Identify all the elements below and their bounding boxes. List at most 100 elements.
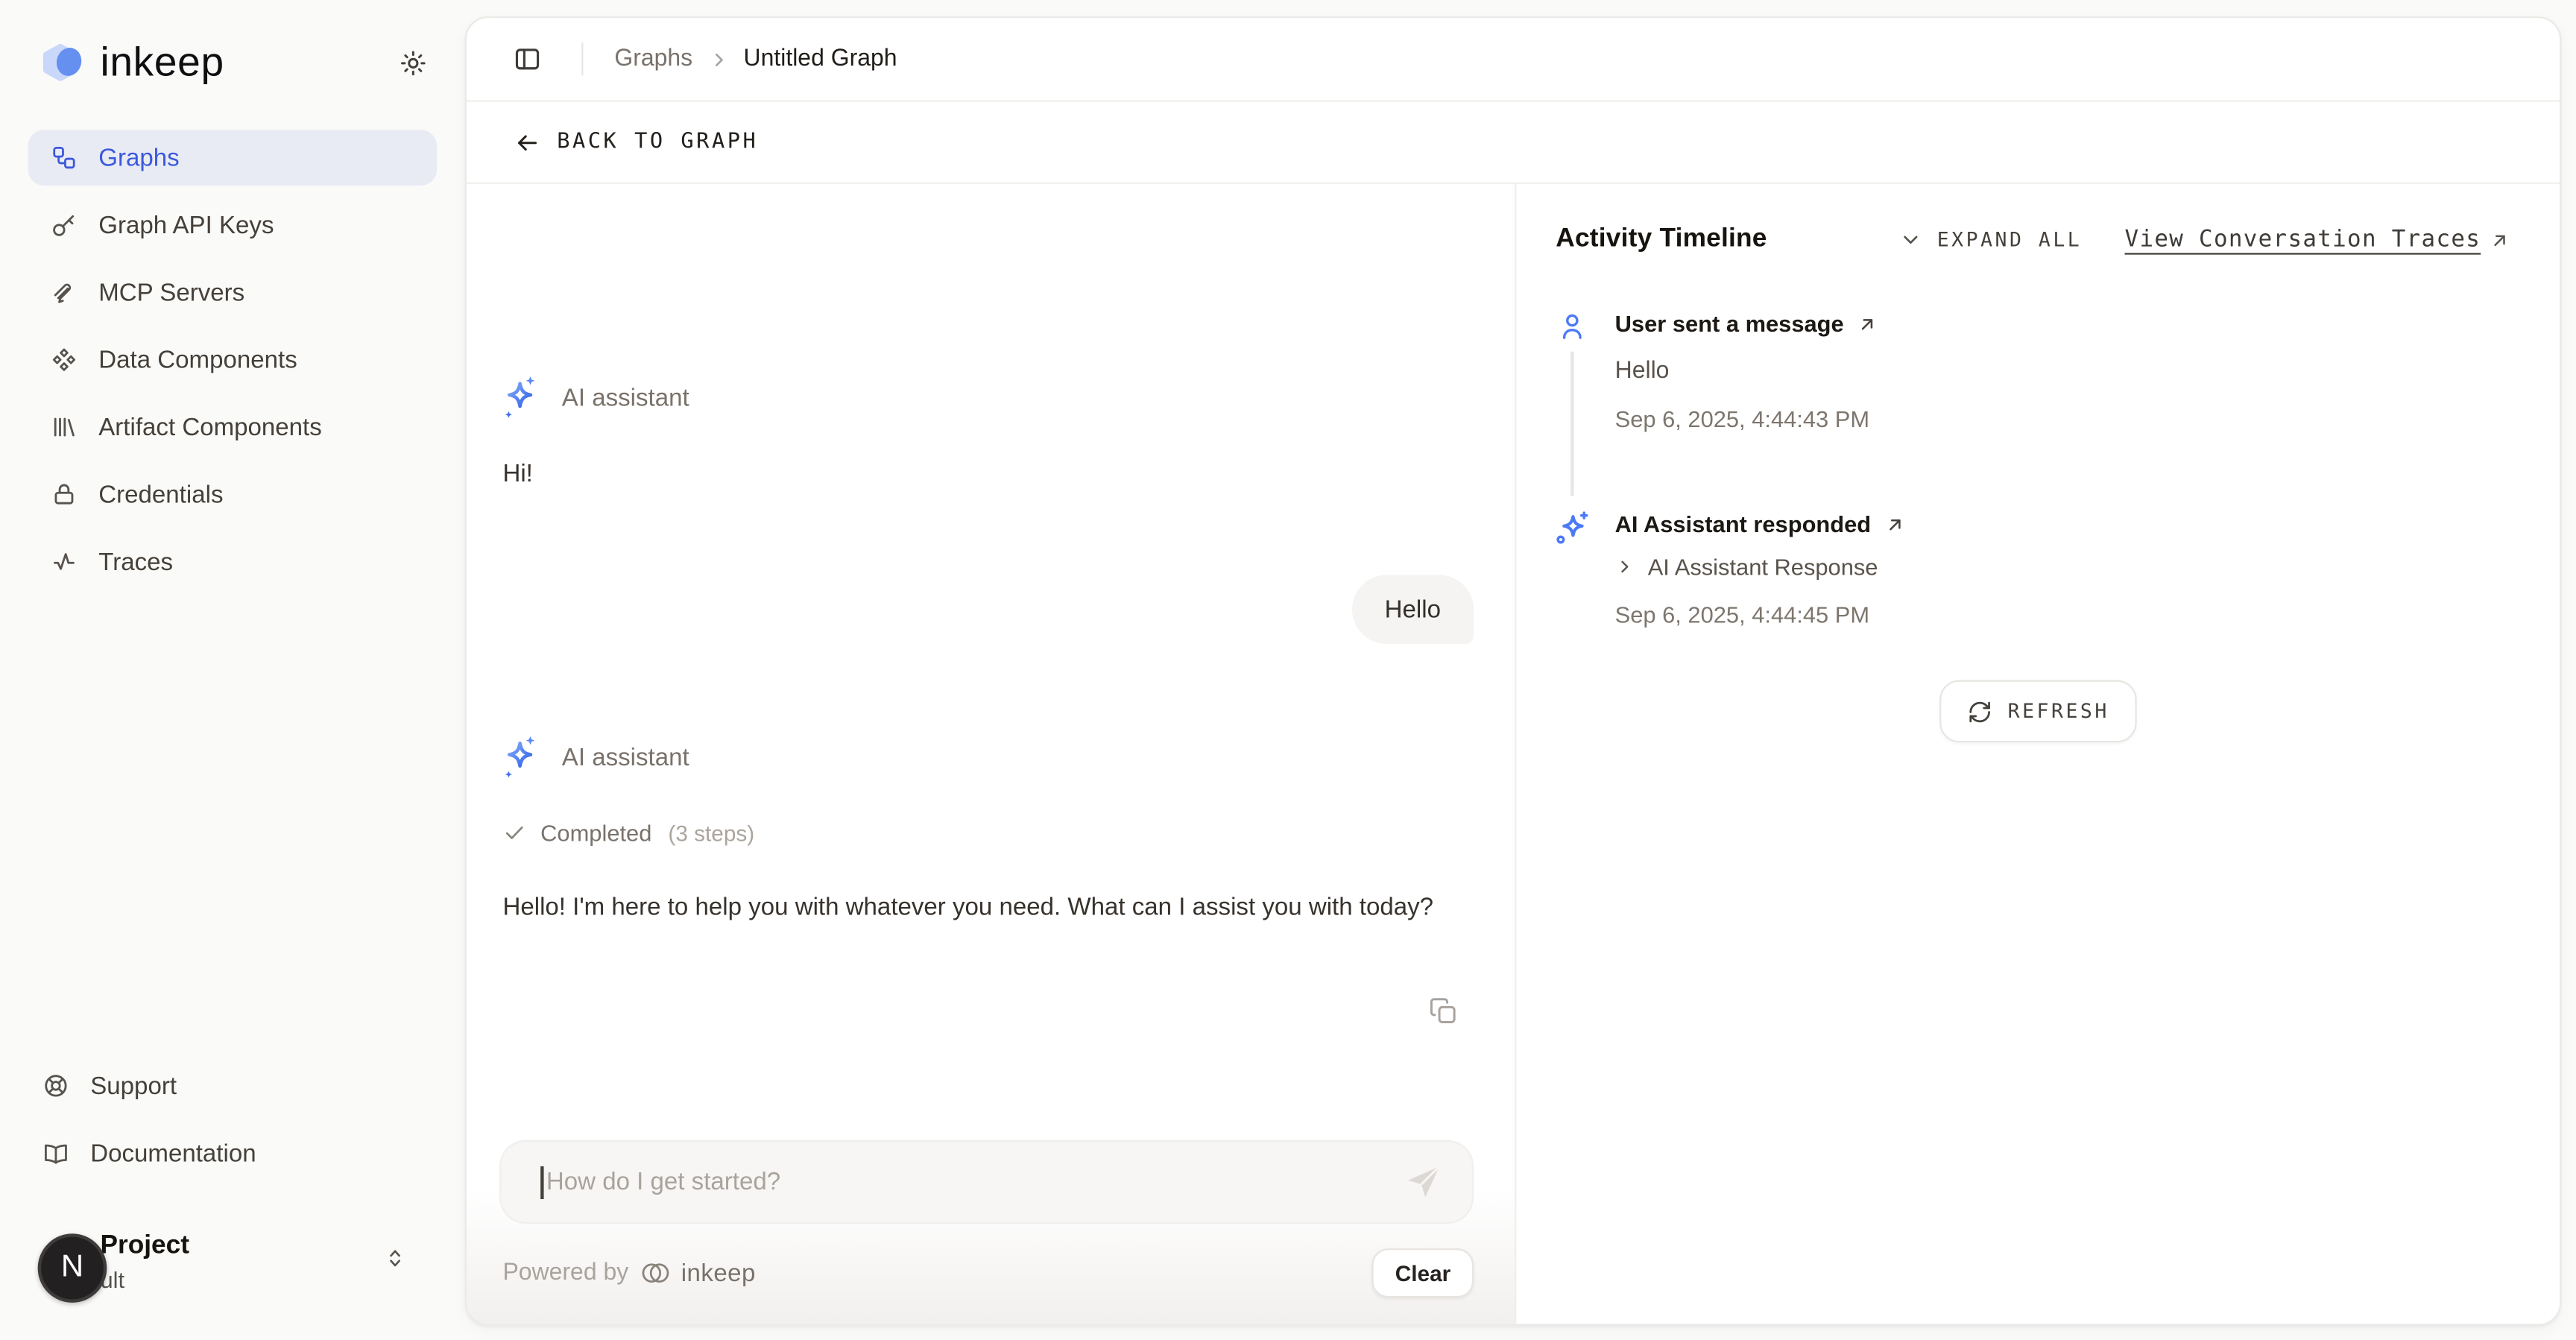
chevrons-up-down-icon (383, 1244, 408, 1274)
sidebar-footer-nav: Support Documentation (28, 1058, 437, 1192)
breadcrumb: Graphs Untitled Graph (614, 46, 897, 72)
sidebar-item-data-components[interactable]: Data Components (28, 332, 437, 388)
panel-left-icon (513, 45, 543, 75)
chevron-down-icon (1899, 228, 1922, 251)
activity-timeline-panel: Activity Timeline EXPAND ALL View Conver… (1516, 184, 2560, 1324)
arrow-up-right-icon (1884, 513, 1906, 535)
sidebar-nav: Graphs Graph API Keys MCP Servers Data C… (28, 130, 437, 601)
app-window: inkeep Graphs (0, 0, 2576, 1340)
timeline-item-title-row[interactable]: AI Assistant responded (1615, 511, 2510, 537)
check-icon (502, 821, 525, 844)
project-text: Project ult (100, 1232, 189, 1295)
status-label: Completed (540, 820, 651, 846)
user-message-text: Hello (1385, 595, 1441, 623)
view-conversation-traces-link[interactable]: View Conversation Traces (2125, 227, 2510, 253)
back-to-graph-label: BACK TO GRAPH (557, 130, 758, 154)
sun-icon (398, 48, 426, 76)
content-split: AI assistant Hi! Hello AI assistant (467, 184, 2560, 1324)
timeline-item-timestamp: Sep 6, 2025, 4:44:43 PM (1615, 405, 2510, 432)
send-button[interactable] (1405, 1163, 1443, 1201)
user-icon (1557, 311, 1587, 342)
timeline-actions: EXPAND ALL View Conversation Traces (1899, 227, 2510, 253)
breadcrumb-graphs-link[interactable]: Graphs (614, 46, 692, 72)
user-message-bubble: Hello (1352, 575, 1474, 644)
avatar: N (38, 1233, 107, 1303)
text-caret (540, 1166, 543, 1198)
sidebar-item-label: MCP Servers (98, 279, 244, 306)
sidebar-item-label: Traces (98, 548, 173, 575)
sidebar-item-support[interactable]: Support (28, 1058, 437, 1113)
project-switcher[interactable]: Project ult N (38, 1229, 432, 1308)
sidebar: inkeep Graphs (0, 0, 465, 1340)
send-icon (1405, 1163, 1443, 1201)
assistant-response-label: AI Assistant Response (1648, 554, 1878, 580)
sparkles-icon (1554, 511, 1590, 546)
assistant-message-header: AI assistant (502, 375, 689, 421)
sidebar-item-graphs[interactable]: Graphs (28, 130, 437, 186)
sidebar-item-label: Artifact Components (98, 413, 322, 440)
status-steps: (3 steps) (668, 821, 754, 845)
powered-by: Powered by inkeep (502, 1257, 755, 1289)
sidebar-item-label: Documentation (90, 1140, 256, 1167)
theme-toggle-button[interactable] (393, 42, 432, 82)
refresh-label: REFRESH (2008, 700, 2109, 723)
main-card: Graphs Untitled Graph BACK TO GRAPH (465, 16, 2561, 1326)
sparkles-icon (502, 373, 537, 421)
view-traces-label: View Conversation Traces (2125, 227, 2481, 253)
activity-icon (51, 549, 77, 575)
sidebar-item-label: Graphs (98, 144, 179, 171)
key-icon (51, 212, 77, 238)
timeline-connector (1570, 352, 1573, 496)
brand-wordmark: inkeep (100, 39, 224, 86)
assistant-message-header: AI assistant (502, 734, 689, 780)
workflow-icon (51, 145, 77, 171)
timeline-item-user-message: User sent a message Hello Sep 6, 2025, 4… (1557, 311, 2510, 432)
timeline-item-timestamp: Sep 6, 2025, 4:44:45 PM (1615, 601, 2510, 628)
logo-row: inkeep (40, 36, 432, 89)
life-buoy-icon (42, 1072, 69, 1099)
library-icon (51, 414, 77, 440)
timeline-title: Activity Timeline (1556, 225, 1767, 255)
component-icon (51, 347, 77, 373)
sidebar-item-traces[interactable]: Traces (28, 534, 437, 590)
timeline-item-assistant-response: AI Assistant responded AI Assistant Resp… (1557, 511, 2510, 627)
chat-panel: AI assistant Hi! Hello AI assistant (467, 184, 1516, 1324)
topbar-divider (581, 42, 583, 75)
timeline-item-body: Hello (1615, 358, 2510, 384)
chat-footer: Powered by inkeep Clear (502, 1247, 1474, 1300)
project-title: Project (100, 1232, 189, 1262)
expand-all-button[interactable]: EXPAND ALL (1899, 228, 2082, 251)
mcp-icon (51, 279, 77, 306)
arrow-left-icon (514, 129, 540, 155)
timeline-item-title: AI Assistant responded (1615, 511, 1872, 537)
assistant-response-expander[interactable]: AI Assistant Response (1615, 554, 2510, 580)
sidebar-item-artifact-components[interactable]: Artifact Components (28, 399, 437, 455)
back-to-graph-link[interactable]: BACK TO GRAPH (467, 102, 2560, 184)
arrow-up-right-icon (2489, 229, 2510, 250)
sidebar-item-label: Graph API Keys (98, 211, 274, 238)
sidebar-item-label: Data Components (98, 346, 297, 373)
refresh-button[interactable]: REFRESH (1939, 680, 2137, 742)
avatar-letter: N (61, 1250, 83, 1286)
assistant-label: AI assistant (562, 384, 689, 411)
topbar: Graphs Untitled Graph (467, 18, 2560, 101)
lock-icon (51, 481, 77, 508)
copy-button[interactable] (1427, 993, 1460, 1026)
project-subtitle: ult (100, 1265, 189, 1295)
sidebar-item-documentation[interactable]: Documentation (28, 1125, 437, 1181)
sidebar-item-credentials[interactable]: Credentials (28, 467, 437, 522)
sidebar-item-graph-api-keys[interactable]: Graph API Keys (28, 197, 437, 253)
copy-icon (1427, 995, 1460, 1026)
chat-input[interactable]: How do I get started? (499, 1140, 1474, 1224)
sidebar-item-mcp-servers[interactable]: MCP Servers (28, 265, 437, 320)
powered-by-brand: inkeep (681, 1259, 756, 1286)
timeline-item-title-row[interactable]: User sent a message (1615, 311, 2510, 337)
timeline-item-title: User sent a message (1615, 311, 1844, 337)
inkeep-logo-icon (40, 38, 89, 87)
clear-button[interactable]: Clear (1372, 1248, 1474, 1298)
sidebar-toggle-button[interactable] (513, 45, 543, 75)
book-open-icon (42, 1140, 69, 1166)
chevron-right-icon (707, 48, 729, 70)
refresh-icon (1967, 699, 1992, 724)
chat-input-placeholder: How do I get started? (546, 1168, 780, 1195)
